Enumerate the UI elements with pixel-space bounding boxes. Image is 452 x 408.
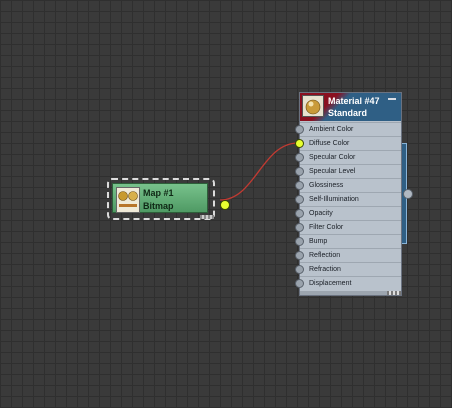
slot-input-port[interactable] <box>295 167 304 176</box>
map-output-port[interactable] <box>220 200 230 210</box>
slot-label: Glossiness <box>309 182 344 189</box>
slot-input-port[interactable] <box>295 209 304 218</box>
slot-reflection[interactable]: Reflection <box>295 248 401 261</box>
slot-input-port[interactable] <box>295 279 304 288</box>
slot-self-illumination[interactable]: Self-Illumination <box>295 192 401 205</box>
slot-input-port[interactable] <box>295 251 304 260</box>
slot-input-port[interactable] <box>295 195 304 204</box>
slot-input-port-connected[interactable] <box>295 139 304 148</box>
slot-opacity[interactable]: Opacity <box>295 206 401 219</box>
material-node-resize-handle[interactable] <box>387 291 401 295</box>
material-node-header[interactable]: Material #47 Standard <box>300 93 401 121</box>
slot-label: Displacement <box>309 280 352 287</box>
material-node-footer <box>300 291 401 295</box>
slot-label: Specular Color <box>309 154 356 161</box>
map-node-type: Bitmap <box>143 201 174 211</box>
slot-filter-color[interactable]: Filter Color <box>295 220 401 233</box>
slot-label: Specular Level <box>309 168 356 175</box>
material-output-port[interactable] <box>403 189 413 199</box>
slot-input-port[interactable] <box>295 265 304 274</box>
slot-ambient-color[interactable]: Ambient Color <box>295 122 401 135</box>
slot-refraction[interactable]: Refraction <box>295 262 401 275</box>
slot-glossiness[interactable]: Glossiness <box>295 178 401 191</box>
slot-label: Bump <box>309 238 328 245</box>
slot-input-port[interactable] <box>295 181 304 190</box>
map-node-bitmap[interactable]: Map #1 Bitmap <box>107 178 230 220</box>
slot-displacement[interactable]: Displacement <box>295 276 401 289</box>
map-node-body[interactable]: Map #1 Bitmap <box>112 183 230 213</box>
slot-specular-level[interactable]: Specular Level <box>295 164 401 177</box>
material-node[interactable]: Material #47 Standard Ambient Color Diff… <box>295 92 402 296</box>
slot-label: Reflection <box>309 252 341 259</box>
slot-input-port[interactable] <box>295 237 304 246</box>
slot-input-port[interactable] <box>295 125 304 134</box>
slot-label: Ambient Color <box>309 126 354 133</box>
slot-input-port[interactable] <box>295 153 304 162</box>
slot-label: Self-Illumination <box>309 196 359 203</box>
map-node-title: Map #1 <box>143 188 174 198</box>
slot-input-port[interactable] <box>295 223 304 232</box>
slot-bump[interactable]: Bump <box>295 234 401 247</box>
slot-label: Refraction <box>309 266 341 273</box>
map-node-resize-handle[interactable] <box>200 215 214 219</box>
slot-specular-color[interactable]: Specular Color <box>295 150 401 163</box>
material-node-type: Standard <box>328 108 368 118</box>
slot-diffuse-color[interactable]: Diffuse Color <box>295 136 401 149</box>
material-sphere-thumbnail-icon <box>302 95 324 117</box>
material-node-title: Material #47 <box>328 96 380 106</box>
bitmap-thumbnail-icon <box>116 187 140 213</box>
slot-label: Filter Color <box>309 224 344 231</box>
collapse-icon[interactable] <box>388 98 396 100</box>
slot-label: Diffuse Color <box>309 140 350 147</box>
slot-label: Opacity <box>309 210 333 217</box>
